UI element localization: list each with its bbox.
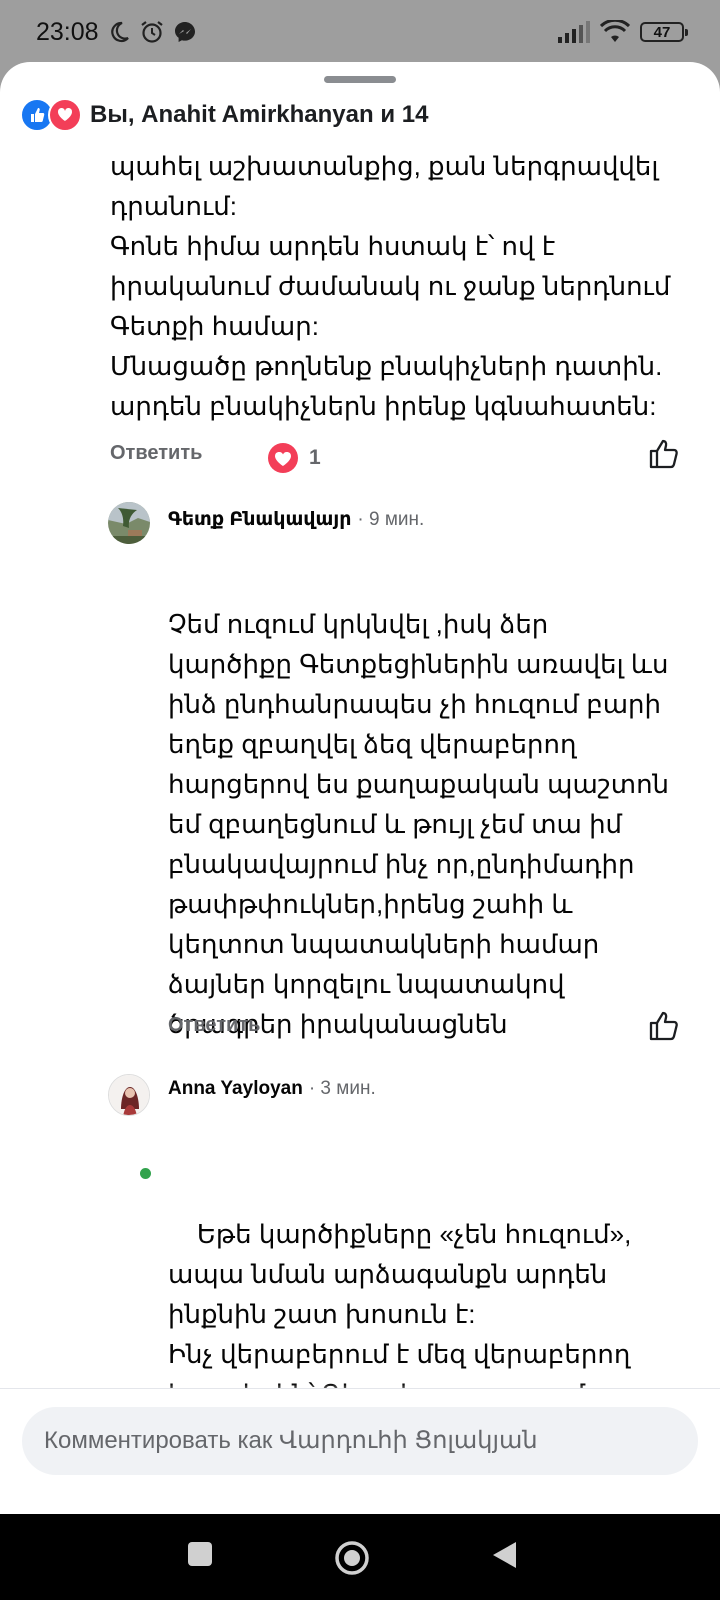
drag-handle[interactable] <box>324 76 396 83</box>
like-button-icon[interactable] <box>648 1010 680 1042</box>
battery-level: 47 <box>653 23 671 41</box>
avatar[interactable] <box>108 502 150 544</box>
battery-icon: 47 <box>640 22 688 42</box>
wifi-icon <box>600 20 630 42</box>
comment-header: Anna Yayloyan · 3 мин. <box>168 1078 376 1100</box>
messenger-icon <box>174 22 195 42</box>
comment-reactions[interactable]: 1 <box>267 442 321 474</box>
status-left: 23:08 <box>36 18 197 47</box>
author-name[interactable]: Գետք Բնակավայր <box>168 508 351 531</box>
reply-button[interactable]: Ответить <box>110 442 202 465</box>
reply-button[interactable]: Ответить <box>168 1014 260 1037</box>
comment-time: · 9 мин. <box>357 509 425 530</box>
avatar[interactable] <box>108 1074 150 1116</box>
like-button-icon[interactable] <box>648 438 680 470</box>
home-icon <box>335 1541 369 1575</box>
recents-icon <box>188 1542 212 1566</box>
comment-input[interactable] <box>22 1407 698 1475</box>
love-reaction-icon <box>268 443 298 473</box>
recents-button[interactable] <box>186 1540 214 1568</box>
signal-icon <box>558 21 590 43</box>
alarm-icon <box>140 21 163 43</box>
reactions-summary[interactable]: Вы, Anahit Amirkhanyan и 14 <box>20 98 428 132</box>
comment-time: · 3 мин. <box>308 1078 376 1099</box>
clock: 23:08 <box>36 17 99 46</box>
comment-actions: Ответить <box>168 1014 260 1037</box>
moon-icon <box>110 21 129 43</box>
status-bar: 23:08 47 <box>0 0 720 64</box>
author-name[interactable]: Anna Yayloyan <box>168 1078 303 1100</box>
reactions-text: Вы, Anahit Amirkhanyan и 14 <box>90 101 429 128</box>
comment-header: Գետք Բնակավայր · 9 мин. <box>168 508 424 531</box>
comment-text: Չեմ ուզում կրկնվել ,իսկ ձեր կարծիքը Գետք… <box>168 609 670 1039</box>
status-right: 47 <box>556 20 688 44</box>
comments-sheet: Вы, Anahit Amirkhanyan и 14 պահել աշխատա… <box>0 62 720 1514</box>
online-status-dot <box>138 1166 153 1181</box>
love-icon <box>48 98 82 132</box>
home-button[interactable] <box>334 1540 370 1576</box>
reaction-icons <box>20 98 82 132</box>
comment-actions: Ответить <box>110 442 202 465</box>
comment-text: պահել աշխատանքից, քան ներգրավվել դրանում… <box>110 151 671 421</box>
back-icon <box>493 1542 516 1568</box>
composer-bar <box>0 1388 720 1514</box>
system-nav-bar <box>0 1514 720 1600</box>
back-button[interactable] <box>490 1540 518 1570</box>
reaction-count: 1 <box>309 446 321 469</box>
